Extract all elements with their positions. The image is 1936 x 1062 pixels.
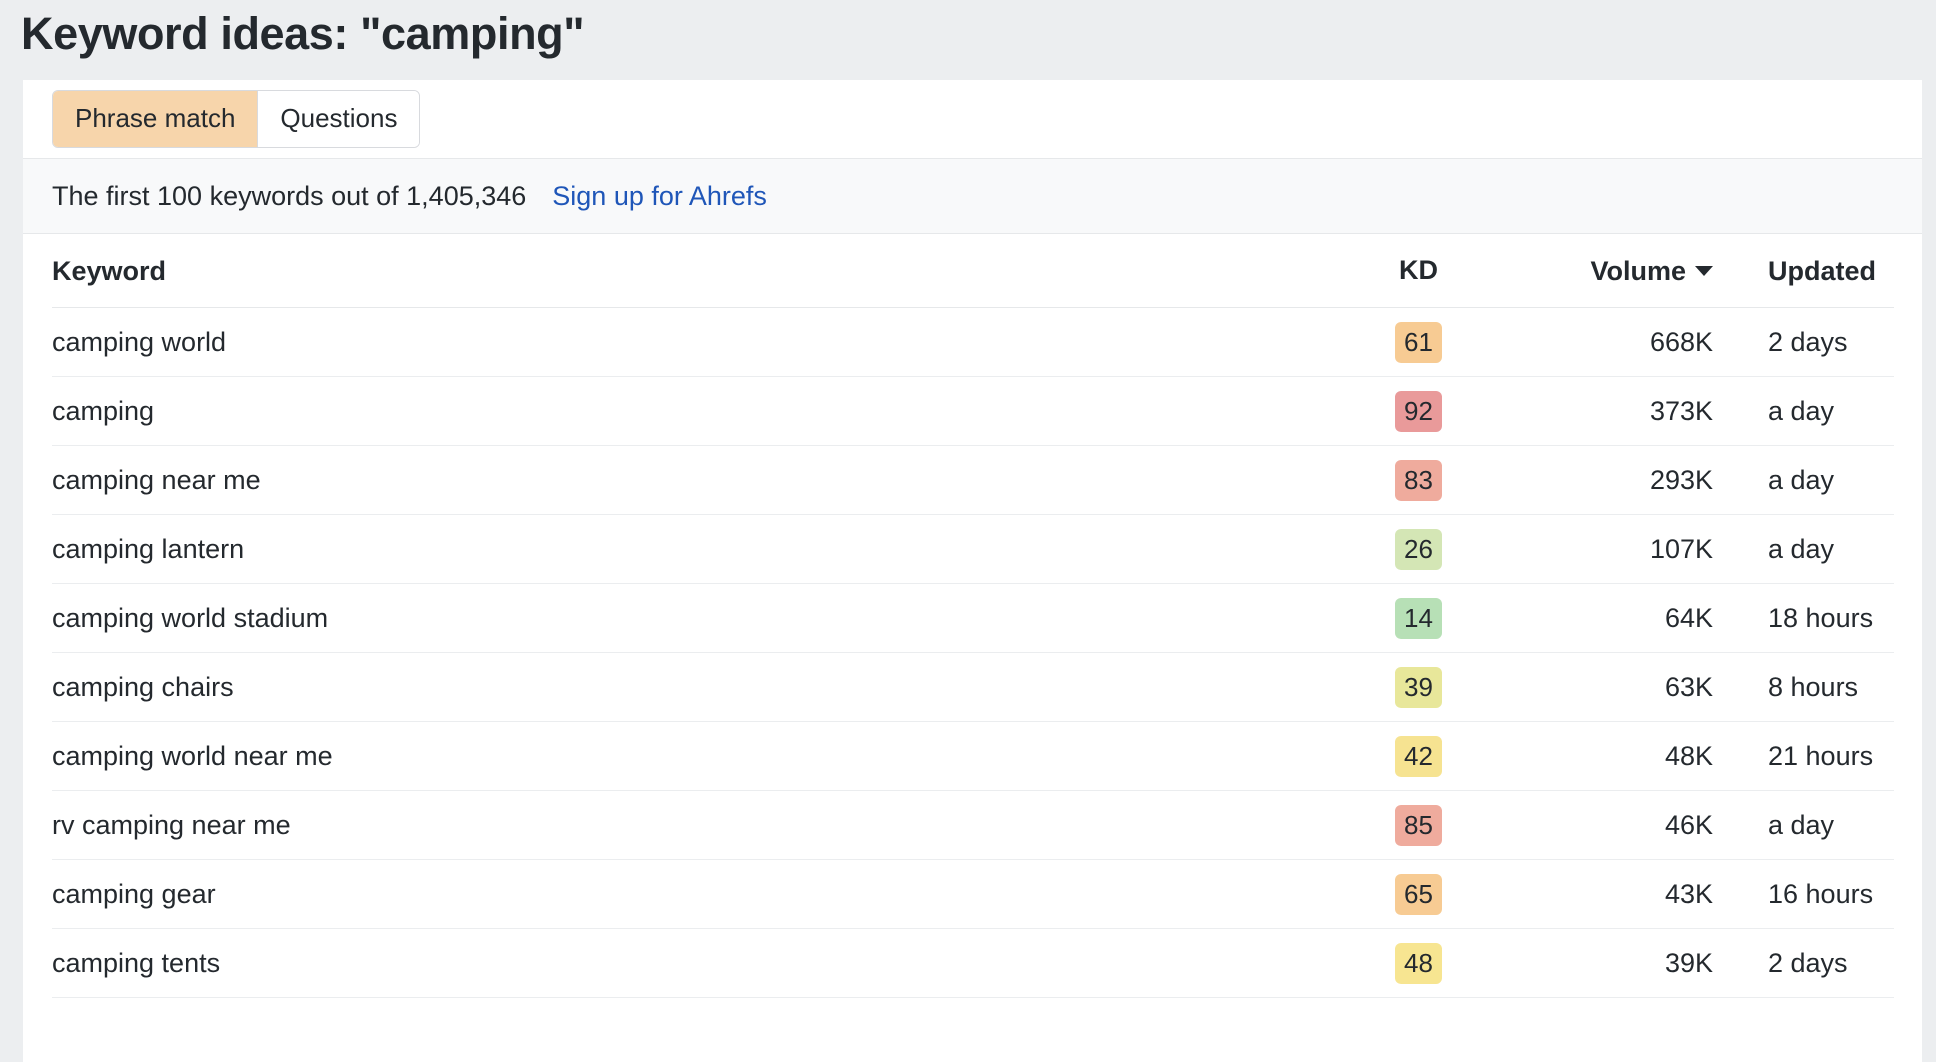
cell-keyword[interactable]: camping world [52,326,1395,358]
cell-updated: a day [1714,395,1894,427]
cell-keyword[interactable]: camping chairs [52,671,1395,703]
cell-keyword[interactable]: camping world stadium [52,602,1395,634]
column-header-volume-label: Volume [1590,256,1686,286]
table-row[interactable]: camping chairs39 63K8 hours [52,653,1894,722]
cell-keyword[interactable]: camping [52,395,1395,427]
table-row[interactable]: camping tents48 39K2 days [52,929,1894,998]
kd-badge: 39 [1395,667,1442,708]
table-row[interactable]: camping92 373Ka day [52,377,1894,446]
table-row[interactable]: camping world stadium14 64K18 hours [52,584,1894,653]
chevron-down-icon [1695,266,1713,276]
column-header-kd[interactable]: KD [1395,255,1509,286]
cell-volume: 39K [1509,947,1714,979]
table-row[interactable]: rv camping near me85 46Ka day [52,791,1894,860]
cell-kd: 65 [1395,874,1509,915]
cell-kd: 85 [1395,805,1509,846]
cell-keyword[interactable]: camping near me [52,464,1395,496]
kd-badge: 83 [1395,460,1442,501]
kd-badge: 65 [1395,874,1442,915]
kd-badge: 42 [1395,736,1442,777]
table-row[interactable]: camping near me83 293Ka day [52,446,1894,515]
cell-kd: 48 [1395,943,1509,984]
cell-updated: a day [1714,464,1894,496]
tab-group: Phrase match Questions [52,90,420,148]
cell-kd: 61 [1395,322,1509,363]
cell-kd: 42 [1395,736,1509,777]
column-header-updated[interactable]: Updated [1714,255,1894,287]
cell-volume: 107K [1509,533,1714,565]
cell-volume: 43K [1509,878,1714,910]
cell-keyword[interactable]: camping gear [52,878,1395,910]
table-body: camping world61668K2 dayscamping92373Ka … [52,308,1894,998]
column-header-keyword[interactable]: Keyword [52,255,1395,287]
results-info-bar: The first 100 keywords out of 1,405,346 … [23,158,1922,234]
table-row[interactable]: camping world near me42 48K21 hours [52,722,1894,791]
cell-updated: 2 days [1714,326,1894,358]
column-header-kd-label: KD [1395,255,1438,286]
cell-kd: 26 [1395,529,1509,570]
table-row[interactable]: camping world61 668K2 days [52,308,1894,377]
cell-keyword[interactable]: rv camping near me [52,809,1395,841]
keywords-table: Keyword KD Volume Updated camping world6… [23,234,1922,998]
cell-volume: 63K [1509,671,1714,703]
cell-volume: 64K [1509,602,1714,634]
cell-updated: 21 hours [1714,740,1894,772]
kd-badge: 26 [1395,529,1442,570]
signup-link[interactable]: Sign up for Ahrefs [552,180,767,212]
kd-badge: 14 [1395,598,1442,639]
table-row[interactable]: camping gear65 43K16 hours [52,860,1894,929]
cell-volume: 668K [1509,326,1714,358]
kd-badge: 85 [1395,805,1442,846]
tab-phrase-match[interactable]: Phrase match [53,91,257,147]
cell-kd: 83 [1395,460,1509,501]
cell-updated: a day [1714,533,1894,565]
cell-updated: 2 days [1714,947,1894,979]
page-title: Keyword ideas: "camping" [21,6,584,62]
cell-volume: 373K [1509,395,1714,427]
keyword-ideas-card: Phrase match Questions The first 100 key… [23,80,1922,1062]
cell-kd: 14 [1395,598,1509,639]
cell-keyword[interactable]: camping world near me [52,740,1395,772]
results-count-label: The first 100 keywords out of 1,405,346 [52,180,526,212]
page-root: Keyword ideas: "camping" Phrase match Qu… [0,0,1936,1062]
column-header-volume[interactable]: Volume [1509,255,1714,287]
cell-updated: 18 hours [1714,602,1894,634]
table-header-row: Keyword KD Volume Updated [52,234,1894,308]
tab-questions[interactable]: Questions [257,91,419,147]
kd-badge: 48 [1395,943,1442,984]
cell-kd: 92 [1395,391,1509,432]
cell-updated: a day [1714,809,1894,841]
kd-badge: 61 [1395,322,1442,363]
cell-kd: 39 [1395,667,1509,708]
cell-updated: 16 hours [1714,878,1894,910]
table-row[interactable]: camping lantern26 107Ka day [52,515,1894,584]
cell-volume: 46K [1509,809,1714,841]
cell-keyword[interactable]: camping tents [52,947,1395,979]
cell-volume: 293K [1509,464,1714,496]
cell-updated: 8 hours [1714,671,1894,703]
kd-badge: 92 [1395,391,1442,432]
cell-volume: 48K [1509,740,1714,772]
cell-keyword[interactable]: camping lantern [52,533,1395,565]
tab-bar: Phrase match Questions [23,80,1922,158]
